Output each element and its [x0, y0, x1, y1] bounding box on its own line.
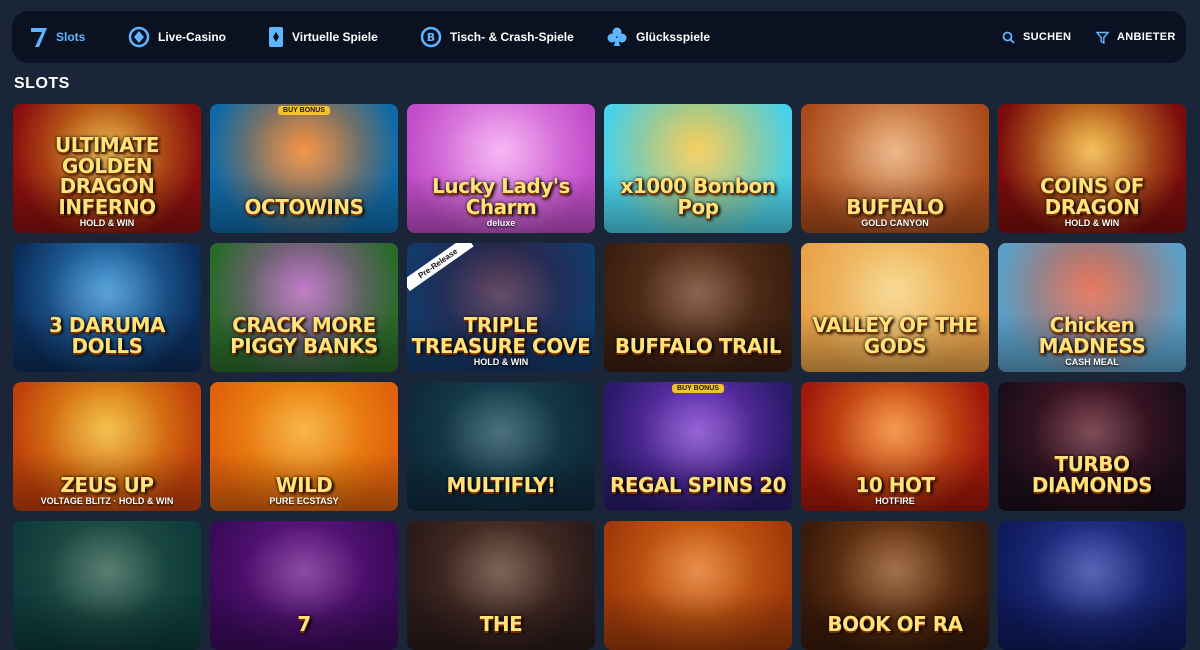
game-badge: BUY BONUS — [278, 106, 330, 115]
nav-item-virtual-games[interactable]: Virtuelle Spiele — [268, 11, 378, 63]
seven-icon — [30, 25, 48, 49]
game-tile[interactable]: VALLEY OF THE GODS — [801, 243, 989, 372]
game-tile[interactable]: 3 DARUMA DOLLS — [13, 243, 201, 372]
club-icon — [606, 26, 628, 48]
game-title: BUFFALO — [846, 194, 944, 219]
game-title: 7 — [297, 611, 311, 636]
game-title: REGAL SPINS 20 — [609, 472, 787, 497]
game-tile[interactable]: CRACK MORE PIGGY BANKS — [210, 243, 398, 372]
game-tile[interactable] — [998, 521, 1186, 650]
game-tile[interactable] — [13, 521, 201, 650]
nav-item-label: Slots — [56, 30, 86, 44]
filter-icon — [1096, 31, 1109, 44]
nav-item-label: Virtuelle Spiele — [292, 30, 378, 44]
game-tile[interactable]: BOOK OF RA — [801, 521, 989, 650]
game-title: ZEUS UP — [60, 472, 154, 497]
game-title: COINS OF DRAGON — [1040, 174, 1144, 219]
nav-item-slots[interactable]: Slots — [30, 11, 85, 63]
game-tile[interactable]: BUFFALO TRAIL — [604, 243, 792, 372]
game-tile[interactable]: BUFFALO GOLD CANYON — [801, 104, 989, 233]
svg-text:B: B — [427, 31, 435, 44]
game-title: TURBO DIAMONDS — [1031, 452, 1153, 497]
game-tile[interactable]: WILD PURE ECSTASY — [210, 382, 398, 511]
nav-item-gambling[interactable]: Glücksspiele — [606, 11, 710, 63]
game-subtitle: deluxe — [486, 218, 516, 228]
game-subtitle: HOLD & WIN — [1064, 218, 1120, 228]
game-title: TRIPLE TREASURE COVE — [411, 313, 591, 358]
game-subtitle: HOTFIRE — [875, 496, 915, 506]
game-title: THE — [479, 611, 523, 636]
game-tile[interactable]: Chicken MADNESS CASH MEAL — [998, 243, 1186, 372]
provider-label: ANBIETER — [1117, 31, 1176, 43]
casino-chip-icon — [128, 26, 150, 48]
nav-item-label: Live-Casino — [158, 30, 227, 44]
provider-filter-button[interactable]: ANBIETER — [1096, 11, 1176, 63]
game-tile[interactable]: ZEUS UP VOLTAGE BLITZ · HOLD & WIN — [13, 382, 201, 511]
game-tile[interactable]: TURBO DIAMONDS — [998, 382, 1186, 511]
game-tile[interactable]: x1000 Bonbon Pop — [604, 104, 792, 233]
game-title: BOOK OF RA — [827, 611, 963, 636]
game-title: x1000 Bonbon Pop — [620, 174, 776, 219]
game-subtitle: PURE ECSTASY — [269, 496, 339, 506]
game-title: Lucky Lady's Charm — [432, 174, 570, 219]
game-title: BUFFALO TRAIL — [614, 333, 782, 358]
game-title: Chicken MADNESS — [1038, 313, 1146, 358]
game-subtitle: VOLTAGE BLITZ · HOLD & WIN — [40, 496, 174, 506]
game-subtitle: CASH MEAL — [1065, 357, 1119, 367]
nav-item-label: Glücksspiele — [636, 30, 711, 44]
game-title: 3 DARUMA DOLLS — [49, 313, 165, 358]
search-label: SUCHEN — [1023, 31, 1072, 43]
nav-item-label: Tisch- & Crash-Spiele — [450, 30, 574, 44]
game-tile[interactable]: BUY BONUS OCTOWINS — [210, 104, 398, 233]
card-icon — [268, 26, 284, 48]
game-title: OCTOWINS — [244, 194, 364, 219]
nav-item-table-crash-games[interactable]: B Tisch- & Crash-Spiele — [420, 11, 574, 63]
game-subtitle: GOLD CANYON — [861, 218, 929, 228]
game-badge: BUY BONUS — [672, 384, 724, 393]
game-art — [998, 521, 1186, 650]
game-art — [13, 521, 201, 650]
game-subtitle: HOLD & WIN — [79, 218, 135, 228]
game-title: MULTIFLY! — [446, 472, 556, 497]
game-tile[interactable]: 10 HOT HOTFIRE — [801, 382, 989, 511]
game-title: CRACK MORE PIGGY BANKS — [230, 313, 378, 358]
game-tile[interactable]: Pre-Release TRIPLE TREASURE COVE HOLD & WI… — [407, 243, 595, 372]
game-tile[interactable]: THE — [407, 521, 595, 650]
game-tile[interactable]: BUY BONUS REGAL SPINS 20 — [604, 382, 792, 511]
game-art — [604, 521, 792, 650]
section-title: SLOTS — [14, 75, 70, 92]
bitcoin-coin-icon: B — [420, 26, 442, 48]
game-title: ULTIMATE GOLDEN DRAGON INFERNO — [55, 133, 159, 219]
game-tile[interactable]: Lucky Lady's Charm deluxe — [407, 104, 595, 233]
game-tile[interactable]: COINS OF DRAGON HOLD & WIN — [998, 104, 1186, 233]
search-icon — [1002, 31, 1015, 44]
category-nav-bar: Slots Live-Casino Virtuelle Spiele B Tis… — [12, 11, 1186, 63]
nav-item-live-casino[interactable]: Live-Casino — [128, 11, 226, 63]
game-subtitle: HOLD & WIN — [473, 357, 529, 367]
game-title: 10 HOT — [855, 472, 935, 497]
game-tile[interactable]: ULTIMATE GOLDEN DRAGON INFERNO HOLD & WIN — [13, 104, 201, 233]
game-tile[interactable]: MULTIFLY! — [407, 382, 595, 511]
game-tile[interactable]: 7 — [210, 521, 398, 650]
search-button[interactable]: SUCHEN — [1002, 11, 1071, 63]
game-title: VALLEY OF THE GODS — [812, 313, 978, 358]
game-tile[interactable] — [604, 521, 792, 650]
game-title: WILD — [275, 472, 333, 497]
